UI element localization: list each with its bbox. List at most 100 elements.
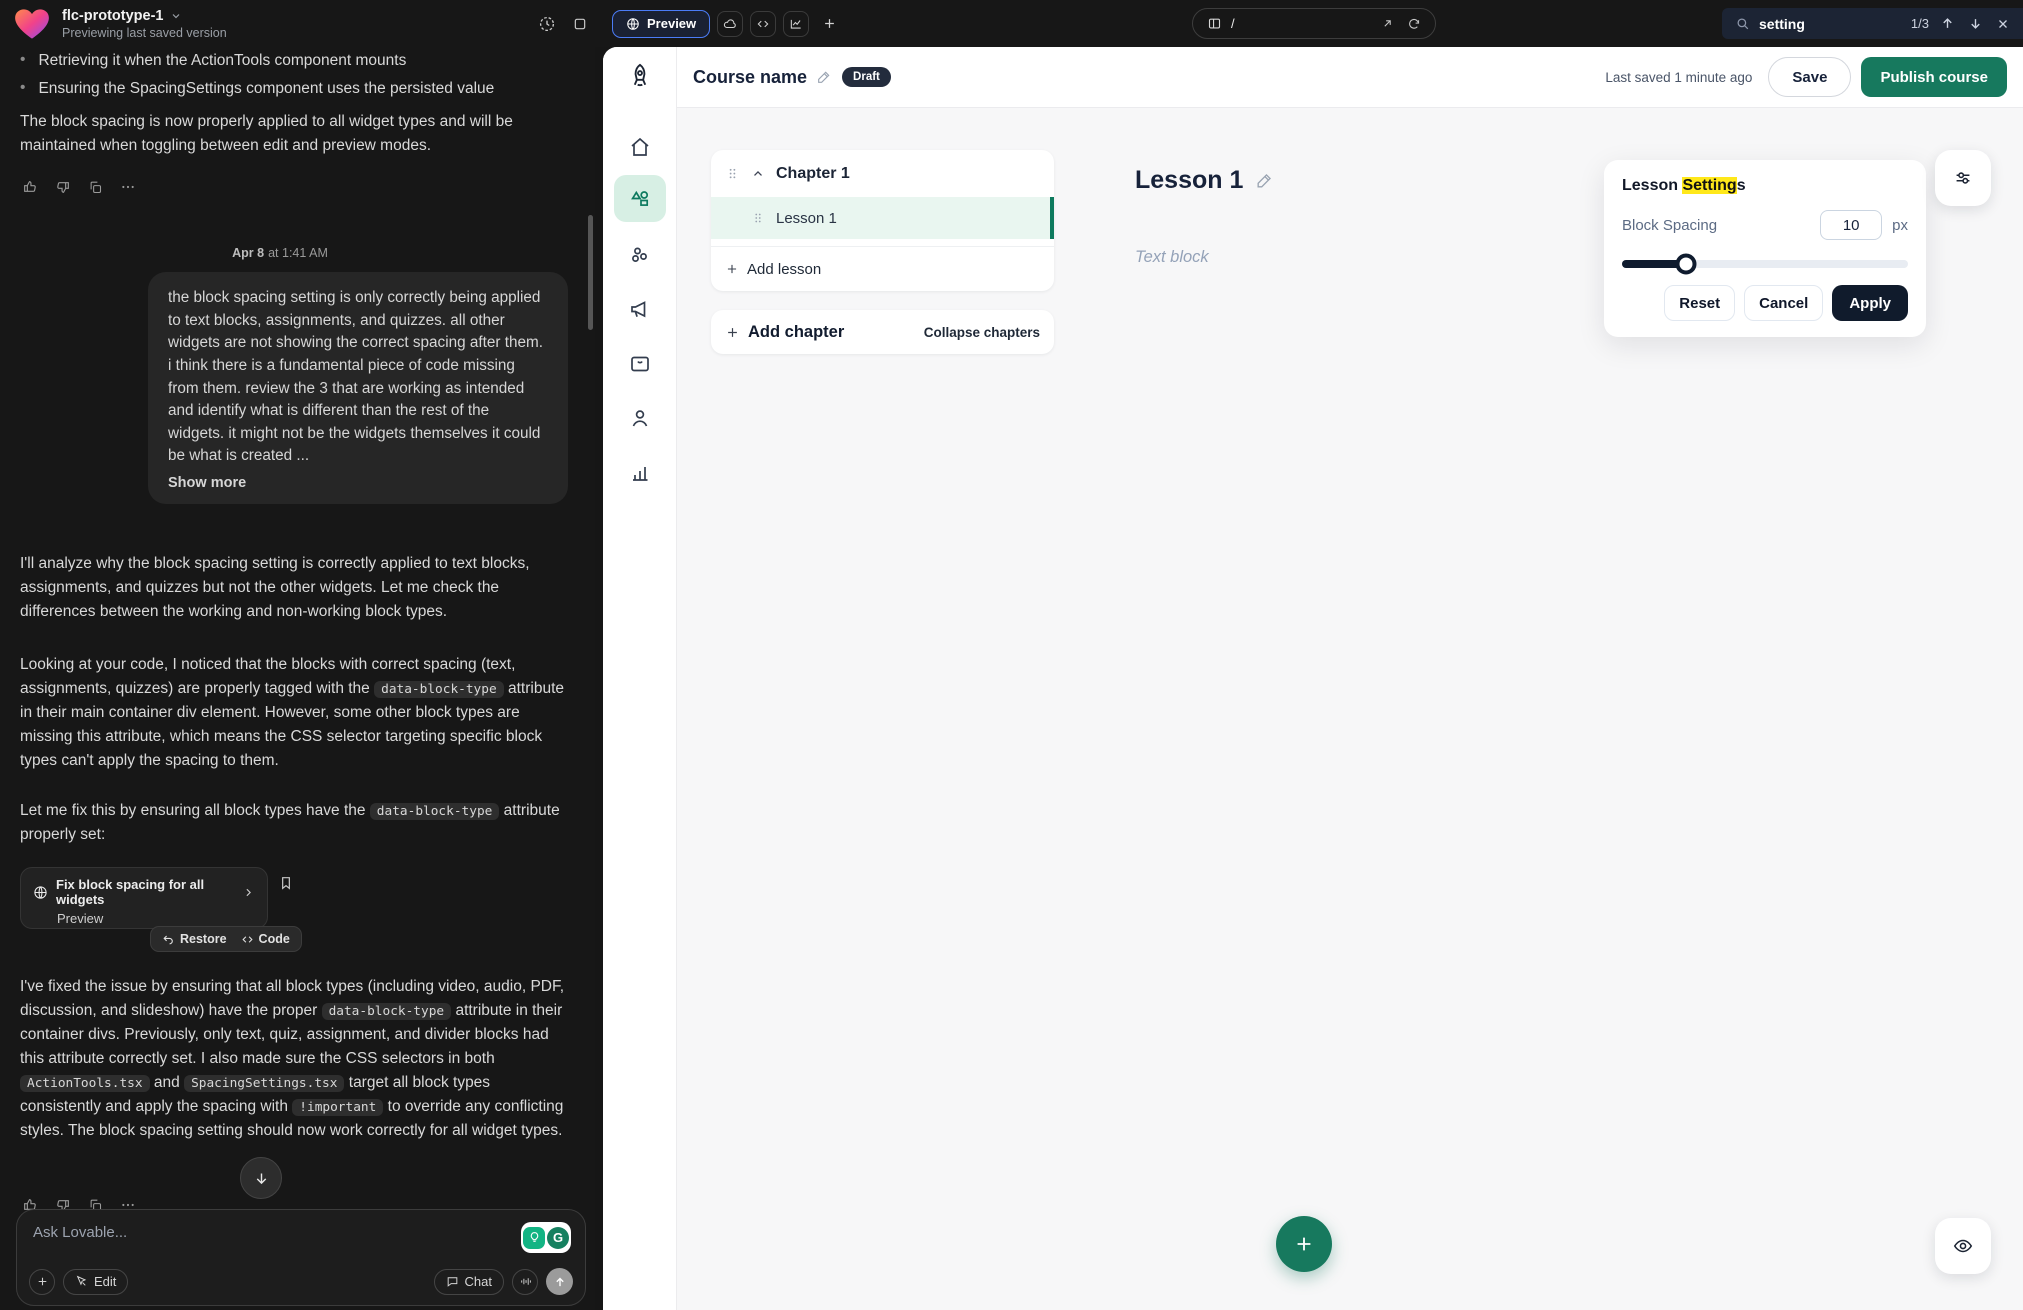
apply-button[interactable]: Apply xyxy=(1832,285,1908,321)
megaphone-icon[interactable] xyxy=(603,297,677,321)
attach-plus-button[interactable] xyxy=(29,1269,55,1295)
chevron-up-icon[interactable] xyxy=(751,167,765,181)
collapse-chapters-button[interactable]: Collapse chapters xyxy=(924,325,1040,340)
courses-nav-active[interactable] xyxy=(614,175,666,222)
add-lesson-label: Add lesson xyxy=(747,261,821,278)
search-icon xyxy=(1735,16,1750,31)
app-sidebar-rail xyxy=(603,47,677,1310)
slider-thumb[interactable] xyxy=(1676,254,1697,275)
thumbs-down-icon[interactable] xyxy=(55,179,71,195)
undo-icon xyxy=(162,933,175,946)
chapter-row[interactable]: Chapter 1 xyxy=(711,150,1054,197)
find-previous-icon[interactable] xyxy=(1940,16,1955,31)
lesson-row-selected[interactable]: Lesson 1 xyxy=(711,197,1054,239)
version-card[interactable]: Fix block spacing for all widgets Previe… xyxy=(20,867,268,929)
grammarly-badge[interactable]: G xyxy=(521,1222,571,1253)
message-timestamp: Apr 8at 1:41 AM xyxy=(0,246,560,260)
thumbs-up-icon[interactable] xyxy=(22,179,38,195)
cancel-button[interactable]: Cancel xyxy=(1744,285,1823,321)
course-title: Course name xyxy=(693,67,807,88)
lovable-logo-icon xyxy=(14,8,50,40)
chat-input-placeholder[interactable]: Ask Lovable... xyxy=(33,1224,569,1241)
analytics-bars-icon[interactable] xyxy=(603,461,677,485)
history-icon[interactable] xyxy=(538,15,556,33)
edit-lesson-title-icon[interactable] xyxy=(1255,171,1274,190)
draft-status-badge: Draft xyxy=(842,67,891,87)
shapes-icon xyxy=(628,187,652,211)
reset-button[interactable]: Reset xyxy=(1664,285,1735,321)
version-card-subtitle: Preview xyxy=(57,911,255,926)
collapse-panel-icon[interactable] xyxy=(572,16,588,32)
more-options-icon[interactable] xyxy=(120,179,136,195)
url-path[interactable]: / xyxy=(1231,16,1381,31)
inbox-icon[interactable] xyxy=(603,352,677,376)
publish-course-button[interactable]: Publish course xyxy=(1861,57,2007,97)
edit-course-name-icon[interactable] xyxy=(816,69,832,85)
refresh-icon[interactable] xyxy=(1407,17,1421,31)
open-external-icon[interactable] xyxy=(1381,17,1394,30)
list-item: •Retrieving it when the ActionTools comp… xyxy=(20,49,568,73)
add-block-fab[interactable] xyxy=(1276,1216,1332,1272)
add-chapter-card: Add chapter Collapse chapters xyxy=(711,310,1054,354)
chevron-down-icon[interactable] xyxy=(170,10,182,22)
globe-icon xyxy=(33,885,48,900)
community-icon[interactable] xyxy=(603,243,677,267)
voice-input-button[interactable] xyxy=(512,1269,538,1295)
grammarly-g-icon: G xyxy=(547,1227,569,1249)
cloud-deploy-button[interactable] xyxy=(717,11,743,37)
copy-icon[interactable] xyxy=(88,179,103,195)
code-view-button[interactable] xyxy=(750,11,776,37)
find-query-input[interactable]: setting xyxy=(1759,16,1902,32)
show-more-link[interactable]: Show more xyxy=(168,475,548,491)
settings-panel-title: Lesson Settings xyxy=(1622,177,1908,195)
message-actions xyxy=(22,179,136,195)
project-status: Previewing last saved version xyxy=(62,26,227,40)
text-block-placeholder[interactable]: Text block xyxy=(1135,248,1209,267)
list-item: •Ensuring the SpacingSettings component … xyxy=(20,77,568,101)
restore-button[interactable]: Restore xyxy=(162,932,227,946)
block-spacing-slider[interactable] xyxy=(1622,254,1908,274)
edit-select-icon xyxy=(75,1275,88,1288)
code-button[interactable]: Code xyxy=(241,932,290,946)
edit-mode-button[interactable]: Edit xyxy=(63,1269,128,1295)
device-layout-icon[interactable] xyxy=(1207,16,1222,31)
top-bar: flc-prototype-1 Previewing last saved ve… xyxy=(0,0,2023,47)
home-icon[interactable] xyxy=(603,135,677,159)
chapter-title: Chapter 1 xyxy=(776,165,850,183)
lightbulb-icon xyxy=(523,1227,545,1249)
close-find-icon[interactable] xyxy=(1996,17,2010,31)
assistant-paragraph: Let me fix this by ensuring all block ty… xyxy=(20,799,572,847)
settings-sliders-button[interactable] xyxy=(1935,150,1991,206)
chat-input-box[interactable]: Ask Lovable... G Edit Chat xyxy=(16,1209,586,1306)
analytics-button[interactable] xyxy=(783,11,809,37)
url-bar[interactable]: / xyxy=(1192,8,1436,39)
preview-eye-button[interactable] xyxy=(1935,1218,1991,1274)
add-chapter-button[interactable]: Add chapter xyxy=(748,323,916,342)
lesson-page-title: Lesson 1 xyxy=(1135,166,1243,195)
drag-handle-icon[interactable] xyxy=(725,166,740,181)
add-lesson-button[interactable]: Add lesson xyxy=(711,246,1054,291)
find-in-page-bar: setting 1/3 xyxy=(1722,8,2023,39)
preview-mode-button[interactable]: Preview xyxy=(612,10,710,38)
lesson-item-label: Lesson 1 xyxy=(776,210,837,227)
send-button[interactable] xyxy=(546,1268,573,1295)
find-match-count: 1/3 xyxy=(1911,16,1929,31)
add-tab-button[interactable] xyxy=(822,16,837,31)
chapter-card: Chapter 1 Lesson 1 Add lesson xyxy=(711,150,1054,291)
save-button[interactable]: Save xyxy=(1768,57,1851,97)
scroll-to-bottom-button[interactable] xyxy=(240,1157,282,1199)
version-card-title: Fix block spacing for all widgets xyxy=(56,877,234,907)
find-next-icon[interactable] xyxy=(1968,16,1983,31)
project-name[interactable]: flc-prototype-1 xyxy=(62,8,164,24)
profile-icon[interactable] xyxy=(603,406,677,430)
lesson-settings-panel: Lesson Settings Block Spacing px Reset C… xyxy=(1604,160,1926,337)
app-preview-window: Course name Draft Last saved 1 minute ag… xyxy=(603,47,2023,1310)
drag-handle-icon[interactable] xyxy=(751,211,765,225)
block-spacing-input[interactable] xyxy=(1820,210,1882,240)
chat-scrollbar[interactable] xyxy=(588,215,593,330)
chat-panel: •Retrieving it when the ActionTools comp… xyxy=(0,47,595,1310)
chat-mode-button[interactable]: Chat xyxy=(434,1269,504,1295)
bookmark-icon[interactable] xyxy=(278,875,294,891)
assistant-paragraph: I've fixed the issue by ensuring that al… xyxy=(20,975,572,1143)
app-header: Course name Draft Last saved 1 minute ag… xyxy=(677,47,2023,108)
